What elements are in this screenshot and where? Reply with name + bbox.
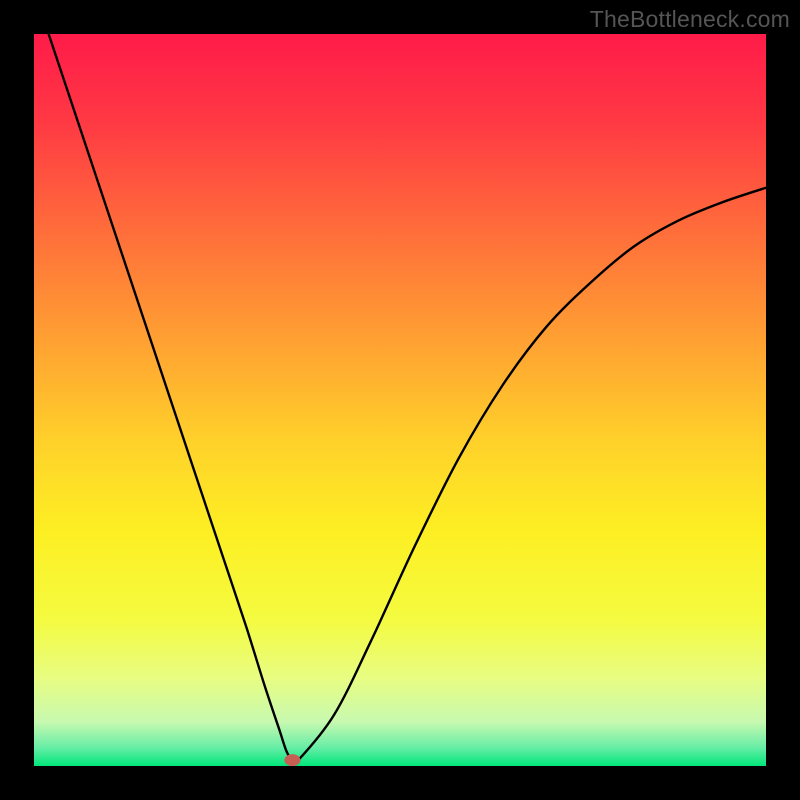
chart-svg — [34, 34, 766, 766]
watermark-text: TheBottleneck.com — [590, 6, 790, 33]
current-point-marker — [284, 754, 300, 766]
plot-area — [34, 34, 766, 766]
chart-frame: TheBottleneck.com — [0, 0, 800, 800]
gradient-background — [34, 34, 766, 766]
